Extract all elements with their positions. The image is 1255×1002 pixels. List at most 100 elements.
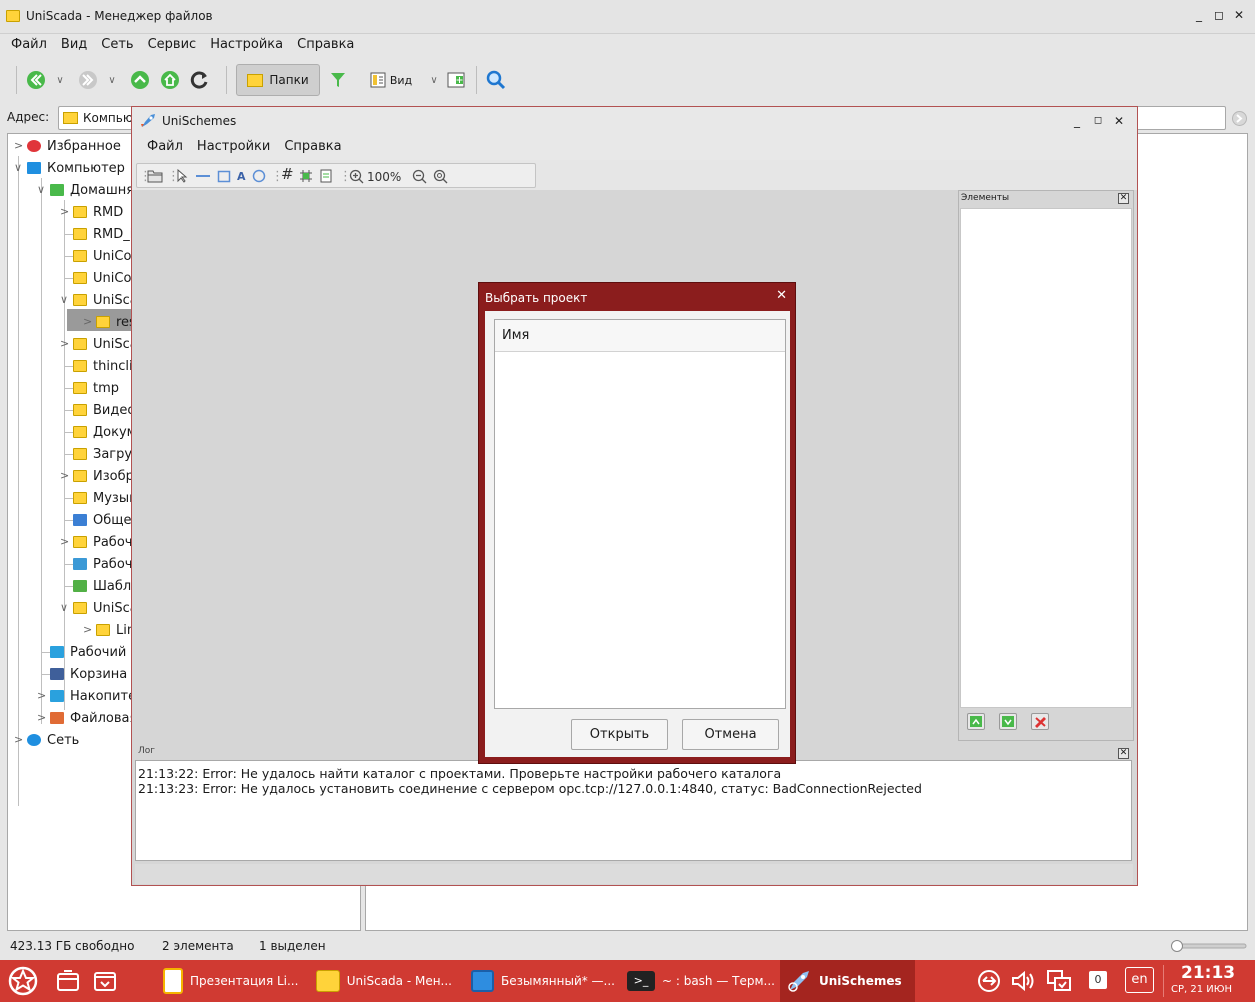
- menu-network[interactable]: Сеть: [94, 34, 140, 56]
- slider-handle[interactable]: [1171, 940, 1183, 952]
- tree-item[interactable]: Докум: [73, 421, 136, 443]
- zoom-slider[interactable]: [1170, 940, 1248, 952]
- show-windows-button[interactable]: [52, 960, 84, 1002]
- maximize-button[interactable]: ◻: [1210, 6, 1228, 24]
- view-mode-button[interactable]: Вид: [360, 64, 422, 96]
- rectangle-tool-icon[interactable]: [217, 169, 231, 183]
- task-terminal[interactable]: >_ ~ : bash — Терм...: [619, 960, 775, 1002]
- collapse-toggle[interactable]: ∨: [60, 294, 70, 305]
- filter-button[interactable]: [326, 64, 350, 96]
- tree-item[interactable]: Домашняя: [50, 179, 142, 201]
- close-icon[interactable]: ✕: [1118, 193, 1129, 204]
- tree-item[interactable]: Шабло: [73, 575, 139, 597]
- forward-history-dropdown[interactable]: ∨: [106, 64, 118, 96]
- network-icon[interactable]: [977, 969, 1001, 993]
- expand-toggle[interactable]: >: [14, 140, 24, 151]
- expand-toggle[interactable]: >: [60, 536, 70, 547]
- tree-item[interactable]: Загруз: [73, 443, 139, 465]
- collapse-toggle[interactable]: ∨: [14, 162, 24, 173]
- search-button[interactable]: [484, 64, 508, 96]
- zoom-out-icon[interactable]: [412, 169, 428, 185]
- cancel-button[interactable]: Отмена: [682, 719, 779, 750]
- forward-button[interactable]: [76, 64, 100, 96]
- minimize-button[interactable]: _: [1190, 6, 1208, 24]
- menu-file[interactable]: Файл: [140, 136, 190, 158]
- text-tool-icon[interactable]: A: [237, 169, 246, 184]
- close-icon[interactable]: ✕: [776, 288, 787, 303]
- tree-item[interactable]: Рабоч: [73, 531, 132, 553]
- expand-toggle[interactable]: >: [14, 734, 24, 745]
- expand-toggle[interactable]: >: [60, 470, 70, 481]
- tree-item[interactable]: RMD: [73, 201, 123, 223]
- task-file-manager[interactable]: UniScada - Мен...: [310, 960, 452, 1002]
- collapse-toggle[interactable]: ∨: [37, 184, 47, 195]
- tree-item[interactable]: Корзина: [50, 663, 127, 685]
- tree-item[interactable]: Компьютер: [27, 157, 125, 179]
- view-mode-dropdown[interactable]: ∨: [428, 64, 440, 96]
- task-unischemes[interactable]: UniSchemes: [780, 960, 915, 1002]
- menu-service[interactable]: Сервис: [141, 34, 204, 56]
- tree-item[interactable]: UniCor: [73, 245, 137, 267]
- tree-item[interactable]: UniSca: [73, 333, 138, 355]
- tree-item[interactable]: Файловая: [50, 707, 137, 729]
- elements-list[interactable]: [960, 208, 1132, 708]
- expand-toggle[interactable]: >: [60, 338, 70, 349]
- maximize-button[interactable]: ◻: [1089, 112, 1107, 130]
- collapse-toggle[interactable]: ∨: [60, 602, 70, 613]
- tree-item[interactable]: tmp: [73, 377, 119, 399]
- expand-toggle[interactable]: >: [37, 690, 47, 701]
- log-output[interactable]: 21:13:22: Error: Не удалось найти катало…: [135, 760, 1132, 861]
- tree-item[interactable]: RMD_i: [73, 223, 133, 245]
- open-folder-icon[interactable]: [147, 169, 163, 183]
- tree-item[interactable]: UniSca: [73, 289, 138, 311]
- project-list[interactable]: Имя: [494, 319, 786, 709]
- expand-toggle[interactable]: >: [83, 316, 93, 327]
- tree-item[interactable]: Музык: [73, 487, 137, 509]
- unischemes-titlebar[interactable]: UniSchemes _ ◻ ✕: [132, 107, 1137, 136]
- tree-item[interactable]: Видео: [73, 399, 135, 421]
- new-panel-button[interactable]: [444, 64, 468, 96]
- tree-item[interactable]: res: [96, 311, 136, 333]
- refresh-button[interactable]: [188, 64, 212, 96]
- tree-item[interactable]: Изобр: [73, 465, 134, 487]
- pointer-icon[interactable]: [176, 169, 188, 183]
- properties-icon[interactable]: [319, 169, 333, 183]
- close-button[interactable]: ✕: [1230, 6, 1248, 24]
- menu-help[interactable]: Справка: [290, 34, 361, 56]
- folders-toggle-button[interactable]: Папки: [236, 64, 320, 96]
- file-manager-titlebar[interactable]: UniScada - Менеджер файлов _ ◻ ✕: [0, 0, 1255, 34]
- line-tool-icon[interactable]: [195, 169, 211, 183]
- expand-toggle[interactable]: >: [83, 624, 93, 635]
- delete-button[interactable]: [1031, 713, 1049, 730]
- move-up-button[interactable]: [967, 713, 985, 730]
- keyboard-layout[interactable]: en: [1125, 967, 1154, 993]
- zoom-in-icon[interactable]: [349, 169, 365, 185]
- task-presentation[interactable]: Презентация Li...: [155, 960, 303, 1002]
- close-icon[interactable]: ✕: [1118, 748, 1129, 759]
- close-button[interactable]: ✕: [1110, 112, 1128, 130]
- notification-count[interactable]: 0: [1089, 971, 1107, 989]
- column-header-name[interactable]: Имя: [495, 320, 785, 352]
- minimize-button[interactable]: _: [1068, 112, 1086, 130]
- zoom-reset-icon[interactable]: [433, 169, 449, 185]
- tree-item[interactable]: Сеть: [27, 729, 79, 751]
- expand-toggle[interactable]: >: [37, 712, 47, 723]
- home-button[interactable]: [158, 64, 182, 96]
- back-history-dropdown[interactable]: ∨: [54, 64, 66, 96]
- tree-item[interactable]: thincli: [73, 355, 133, 377]
- desktop-button[interactable]: [88, 960, 122, 1002]
- go-button[interactable]: [1232, 111, 1247, 126]
- ellipse-tool-icon[interactable]: [252, 169, 266, 183]
- menu-settings[interactable]: Настройка: [203, 34, 290, 56]
- tree-item[interactable]: Избранное: [27, 135, 121, 157]
- clock-time[interactable]: 21:13: [1181, 963, 1235, 983]
- menu-view[interactable]: Вид: [54, 34, 94, 56]
- back-button[interactable]: [24, 64, 48, 96]
- up-button[interactable]: [128, 64, 152, 96]
- tree-item[interactable]: Рабочий: [50, 641, 126, 663]
- volume-icon[interactable]: [1010, 969, 1036, 993]
- menu-settings[interactable]: Настройки: [190, 136, 277, 158]
- screen-layout-icon[interactable]: [1046, 969, 1072, 995]
- snap-grid-icon[interactable]: [299, 169, 313, 183]
- tree-item[interactable]: UniCor: [73, 267, 137, 289]
